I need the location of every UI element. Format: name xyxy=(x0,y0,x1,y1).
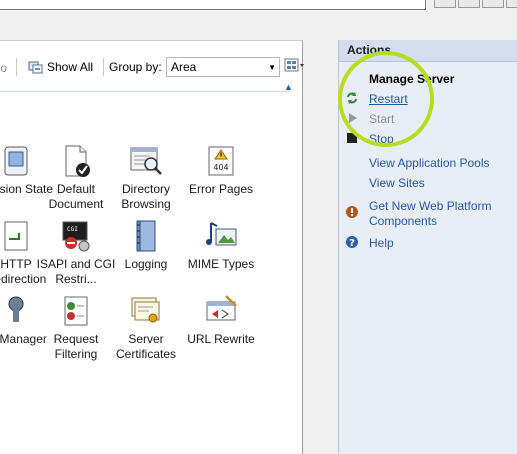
manage-server-heading: Manage Server xyxy=(369,72,455,86)
feature-request-filtering[interactable]: Request Filtering xyxy=(36,294,116,362)
error-pages-icon: 404 xyxy=(208,146,234,176)
chevron-down-icon: ▼ xyxy=(268,63,276,72)
toolbar-button[interactable] xyxy=(434,0,456,8)
toolbar-button[interactable] xyxy=(506,0,517,8)
feature-default-document[interactable]: Default Document xyxy=(36,144,116,212)
feature-directory-browsing[interactable]: Directory Browsing xyxy=(106,144,186,212)
view-sites-link[interactable]: View Sites xyxy=(369,176,425,191)
server-certificates-icon xyxy=(131,297,160,323)
show-all-label: Show All xyxy=(47,60,94,74)
svg-text:404: 404 xyxy=(213,163,228,172)
svg-text:?: ? xyxy=(349,238,355,249)
directory-browsing-icon xyxy=(130,147,162,175)
logging-icon xyxy=(136,220,156,252)
actions-pane: Actions Manage Server Restart Start Stop… xyxy=(338,40,517,453)
feature-isapi-cgi[interactable]: CGI ISAPI and CGI Restri... xyxy=(36,219,116,287)
feature-logging[interactable]: Logging xyxy=(106,219,186,272)
toolbar-button[interactable] xyxy=(458,0,480,8)
start-link[interactable]: Start xyxy=(369,112,394,127)
default-document-icon xyxy=(65,145,90,177)
view-mode-button[interactable] xyxy=(284,58,306,74)
request-filtering-icon xyxy=(64,296,88,326)
feature-label: Logging xyxy=(124,257,168,271)
stop-icon xyxy=(347,133,357,143)
feature-label: Server Certificates xyxy=(115,332,177,361)
group-by-value: Area xyxy=(171,60,197,74)
restart-link[interactable]: Restart xyxy=(369,92,408,107)
feature-label: ISAPI and CGI Restri... xyxy=(36,257,116,286)
actions-header: Actions xyxy=(339,40,517,62)
collapse-group-icon[interactable]: ▲ xyxy=(284,82,293,92)
get-new-web-platform-components-link[interactable]: Get New Web Platform Components xyxy=(369,199,509,229)
feature-label: Default Document xyxy=(48,182,104,211)
actions-title: Actions xyxy=(347,43,392,57)
isapi-cgi-icon: CGI xyxy=(62,221,90,252)
group-by-select[interactable]: Area ▼ xyxy=(166,57,280,77)
toolbar-button[interactable] xyxy=(482,0,504,8)
svg-text:CGI: CGI xyxy=(67,226,78,233)
mime-types-icon xyxy=(206,222,237,246)
session-state-icon xyxy=(4,146,28,176)
feature-label: Error Pages xyxy=(188,182,254,196)
feature-url-rewrite[interactable]: URL Rewrite xyxy=(181,294,261,347)
http-redirection-icon xyxy=(4,221,28,251)
web-platform-icon xyxy=(346,206,358,218)
toolbar-separator xyxy=(103,58,104,76)
feature-mime-types[interactable]: MIME Types xyxy=(181,219,261,272)
feature-label: Directory Browsing xyxy=(121,182,171,211)
help-link[interactable]: Help xyxy=(369,236,394,251)
go-button[interactable]: Go xyxy=(0,60,7,76)
group-by-label: Group by: xyxy=(109,60,162,74)
feature-label: URL Rewrite xyxy=(187,332,255,346)
help-icon: ? xyxy=(346,236,358,249)
start-icon xyxy=(349,113,357,123)
feature-label: MIME Types xyxy=(187,257,255,271)
feature-error-pages[interactable]: 404 Error Pages xyxy=(181,144,261,197)
group-divider xyxy=(0,91,290,92)
feature-label: Request Filtering xyxy=(53,332,99,361)
address-bar[interactable] xyxy=(0,0,426,10)
toolbar-separator xyxy=(16,58,17,76)
view-application-pools-link[interactable]: View Application Pools xyxy=(369,156,490,171)
vertical-scrollbar[interactable] xyxy=(314,40,330,453)
show-all-icon xyxy=(28,61,43,74)
ip-manager-icon xyxy=(8,296,24,322)
feature-server-certificates[interactable]: Server Certificates xyxy=(106,294,186,362)
view-mode-icon xyxy=(284,58,304,72)
filter-toolbar: Go Show All Group by: Area ▼ xyxy=(0,56,304,78)
restart-icon xyxy=(347,92,357,104)
stop-link[interactable]: Stop xyxy=(369,132,394,147)
url-rewrite-icon xyxy=(206,295,237,321)
top-toolbar xyxy=(0,0,517,40)
